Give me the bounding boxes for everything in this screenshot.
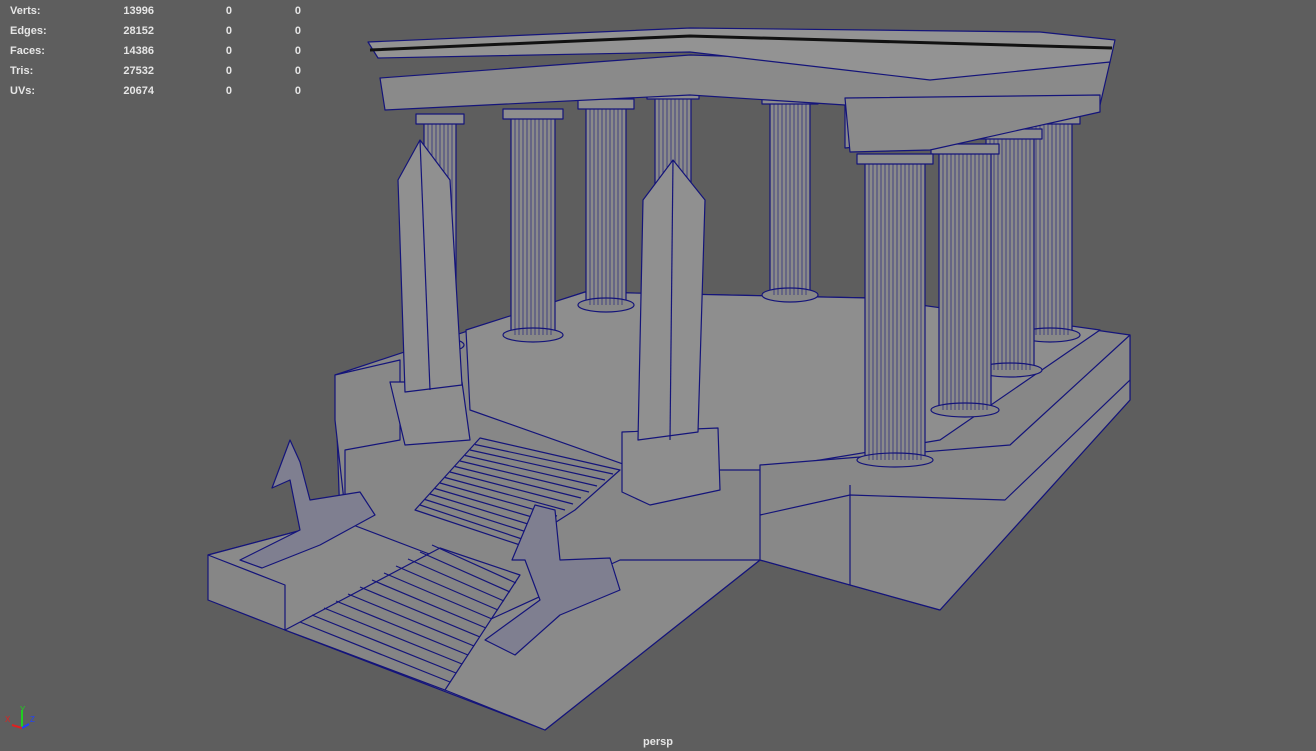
- stat-row-verts: Verts: 13996 0 0: [10, 1, 301, 21]
- stat-label: Verts:: [10, 5, 41, 17]
- stat-value: 0: [294, 65, 301, 77]
- obelisk-left: [389, 139, 471, 446]
- stat-label: Tris:: [10, 65, 34, 77]
- column: [502, 108, 564, 343]
- column: [761, 93, 819, 303]
- stat-value: 0: [294, 5, 301, 17]
- stat-value: 14386: [123, 45, 154, 57]
- column: [577, 98, 635, 313]
- 3d-viewport[interactable]: [0, 0, 1316, 751]
- heads-up-poly-count: Verts: 13996 0 0 Edges: 28152 0 0 Faces: 14386 0…: [10, 1, 301, 101]
- stat-value: 0: [294, 45, 301, 57]
- stat-value: 0: [294, 85, 301, 97]
- stat-value: 0: [225, 65, 232, 77]
- stat-label: Faces:: [10, 45, 45, 57]
- axis-z-line: [21, 723, 30, 729]
- stat-value: 0: [225, 85, 232, 97]
- axis-x-label: X: [5, 715, 11, 724]
- view-axis-gizmo: X Y Z: [5, 706, 35, 729]
- stat-row-tris: Tris: 27532 0 0: [10, 61, 301, 81]
- stat-value: 28152: [123, 25, 154, 37]
- stat-label: Edges:: [10, 25, 47, 37]
- axis-x-line: [11, 724, 23, 729]
- stat-value: 0: [225, 25, 232, 37]
- stat-value: 20674: [123, 85, 154, 97]
- axis-z-label: Z: [30, 715, 35, 724]
- stat-label: UVs:: [10, 85, 36, 97]
- stat-row-edges: Edges: 28152 0 0: [10, 21, 301, 41]
- column: [856, 153, 934, 468]
- camera-name-label: persp: [643, 736, 673, 748]
- stat-row-uvs: UVs: 20674 0 0: [10, 81, 301, 101]
- stat-value: 0: [225, 45, 232, 57]
- temple-roof-entablature: [367, 27, 1116, 153]
- stat-value: 0: [294, 25, 301, 37]
- stat-value: 27532: [123, 65, 154, 77]
- axis-y-label: Y: [20, 706, 26, 714]
- column: [930, 143, 1000, 418]
- stat-value: 0: [225, 5, 232, 17]
- stat-value: 13996: [123, 5, 154, 17]
- stat-row-faces: Faces: 14386 0 0: [10, 41, 301, 61]
